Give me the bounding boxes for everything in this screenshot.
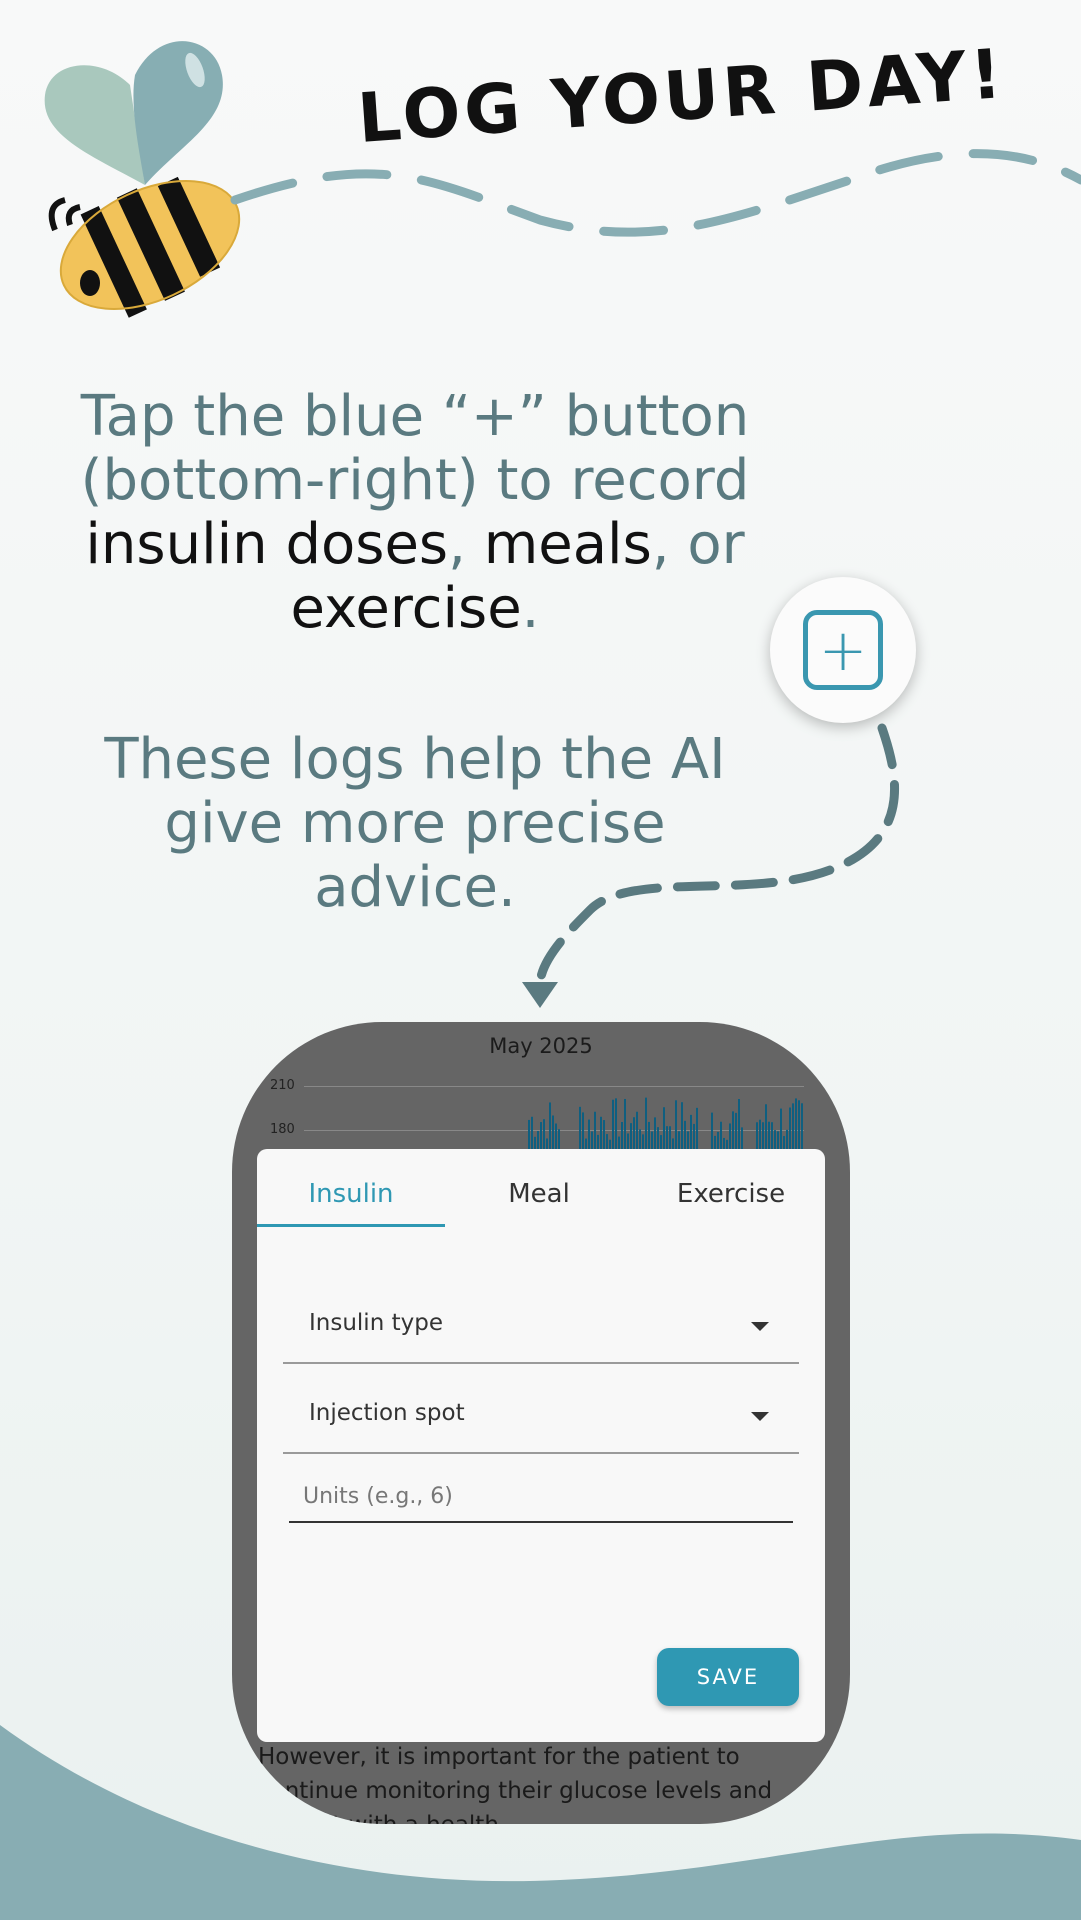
tab-insulin[interactable]: Insulin [257, 1164, 445, 1224]
insulin-type-select[interactable]: Insulin type [283, 1286, 799, 1364]
log-entry-sheet: Insulin Meal Exercise Insulin type Injec… [257, 1149, 825, 1742]
dashed-arrow-icon [522, 723, 900, 1008]
instruction-segment: . [521, 576, 540, 641]
highlight-exercise: exercise [290, 576, 522, 641]
bottom-wave-decoration [0, 1725, 1081, 1920]
highlight-meals: meals [483, 512, 652, 577]
insulin-type-label: Insulin type [309, 1310, 443, 1336]
instruction-segment: , [448, 512, 484, 577]
app-preview: May 2025 210 180 Insulin Meal Exercise I… [232, 1022, 850, 1824]
add-log-button[interactable]: + [770, 577, 916, 723]
save-button[interactable]: SAVE [657, 1648, 799, 1706]
injection-spot-select[interactable]: Injection spot [283, 1376, 799, 1454]
plus-square-icon: + [803, 610, 883, 690]
instruction-text: Tap the blue “+” button (bottom-right) t… [80, 385, 750, 641]
y-tick-210: 210 [270, 1078, 295, 1093]
tab-exercise[interactable]: Exercise [637, 1164, 825, 1224]
heart-wing-icon [44, 65, 145, 185]
plus-label: + [818, 616, 868, 684]
chart-title: May 2025 [489, 1034, 593, 1058]
instruction-segment: Tap the blue “+” button (bottom-right) t… [80, 384, 750, 513]
units-input[interactable] [289, 1471, 793, 1523]
injection-spot-label: Injection spot [309, 1400, 465, 1426]
dropdown-caret-icon [751, 1322, 769, 1331]
active-tab-indicator [257, 1224, 445, 1227]
y-tick-180: 180 [270, 1122, 295, 1137]
gridline [304, 1086, 804, 1087]
highlight-insulin-doses: insulin doses [85, 512, 449, 577]
instruction-segment: , or [651, 512, 745, 577]
tab-meal[interactable]: Meal [445, 1164, 633, 1224]
dropdown-caret-icon [751, 1412, 769, 1421]
